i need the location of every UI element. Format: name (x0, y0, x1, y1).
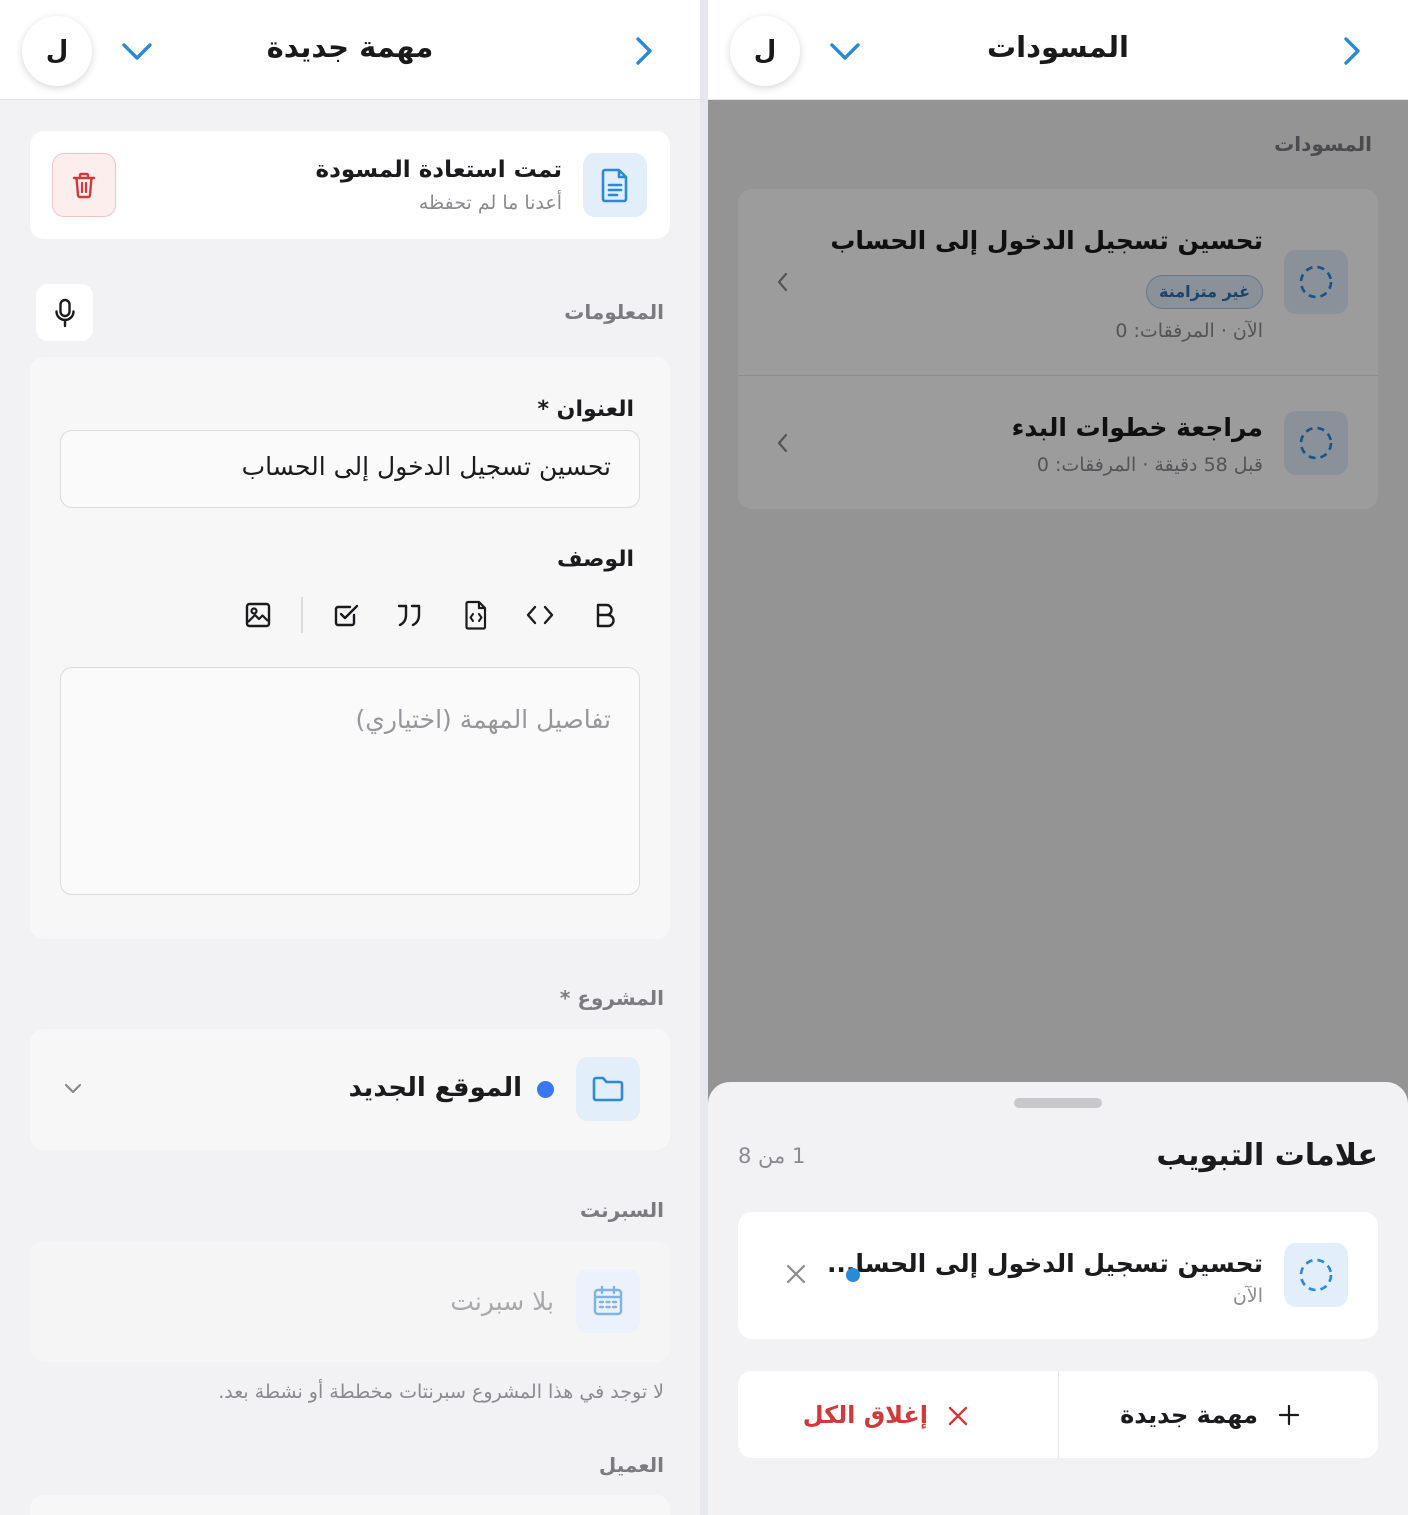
title-input[interactable]: تحسين تسجيل الدخول إلى الحساب (60, 430, 640, 508)
banner-title: تمت استعادة المسودة (315, 157, 562, 183)
quote-icon[interactable] (393, 598, 427, 632)
close-tab-icon[interactable] (784, 1262, 808, 1286)
draft-restored-banner: تمت استعادة المسودة أعدنا ما لم تحفظه (30, 131, 670, 239)
page-title: مهمة جديدة (266, 30, 434, 64)
trash-icon (71, 171, 97, 199)
sprint-note: لا توجد في هذا المشروع سبرنتات مخططة أو … (218, 1381, 664, 1403)
project-color-dot (537, 1081, 554, 1098)
code-file-icon[interactable] (459, 598, 493, 632)
tab-time: الآن (1232, 1285, 1263, 1307)
title-field-label: العنوان * (537, 397, 634, 422)
close-all-button[interactable]: إغلاق الكل (738, 1371, 1058, 1458)
plus-icon (1277, 1403, 1301, 1427)
tabs-bottom-sheet: علامات التبويب 1 من 8 تحسين تسجيل الدخول… (708, 1082, 1408, 1515)
tab-counter: 1 من 8 (738, 1144, 806, 1168)
project-select[interactable]: الموقع الجديد (30, 1029, 670, 1150)
sheet-title: علامات التبويب (1156, 1138, 1378, 1173)
chevron-down-icon[interactable] (112, 28, 162, 74)
banner-subtitle: أعدنا ما لم تحفظه (418, 192, 562, 214)
sheet-drag-handle[interactable] (1014, 1098, 1102, 1108)
description-placeholder: تفاصيل المهمة (اختياري) (355, 705, 611, 734)
open-tab-item[interactable]: تحسين تسجيل الدخول إلى الحسا... الآن (738, 1212, 1378, 1339)
folder-icon (576, 1057, 640, 1121)
avatar[interactable]: ل (730, 16, 800, 86)
chevron-down-icon[interactable] (820, 28, 870, 74)
tab-title: تحسين تسجيل الدخول إلى الحسا... (826, 1249, 1263, 1278)
project-name: الموقع الجديد (348, 1073, 522, 1103)
new-task-screen: مهمة جديدة ل تمت استعادة المسودة أعدنا م… (0, 0, 700, 1515)
drafts-screen: المسودات ل المسودات تحسين تسجيل الدخول إ… (708, 0, 1408, 1515)
client-label: العميل (598, 1453, 664, 1477)
sprint-value: بلا سبرنت (450, 1287, 554, 1316)
sheet-actions: مهمة جديدة إغلاق الكل (738, 1371, 1378, 1458)
sprint-label: السبرنت (579, 1198, 664, 1222)
description-textarea[interactable]: تفاصيل المهمة (اختياري) (60, 667, 640, 895)
chevron-down-icon (60, 1077, 86, 1101)
active-tab-dot (846, 1268, 860, 1282)
app-bar: مهمة جديدة ل (0, 0, 700, 100)
microphone-icon (54, 298, 76, 328)
dashed-circle-icon (1284, 1243, 1348, 1307)
close-all-label: إغلاق الكل (802, 1401, 928, 1429)
calendar-icon (576, 1269, 640, 1333)
new-task-label: مهمة جديدة (1120, 1401, 1258, 1429)
project-label: المشروع * (559, 986, 664, 1010)
close-icon (947, 1405, 969, 1427)
image-icon[interactable] (241, 598, 275, 632)
bold-icon[interactable] (588, 598, 622, 632)
delete-draft-button[interactable] (52, 153, 116, 217)
toolbar-divider (301, 597, 303, 633)
description-label: الوصف (556, 547, 634, 572)
info-section-label: المعلومات (564, 300, 664, 324)
checkbox-icon[interactable] (329, 598, 363, 632)
client-select[interactable] (30, 1495, 670, 1515)
back-chevron-icon[interactable] (1326, 28, 1376, 74)
title-input-value: تحسين تسجيل الدخول إلى الحساب (241, 452, 611, 481)
voice-input-button[interactable] (36, 284, 93, 341)
sprint-select[interactable]: بلا سبرنت (30, 1241, 670, 1362)
back-chevron-icon[interactable] (618, 28, 668, 74)
page-title: المسودات (987, 30, 1129, 64)
avatar[interactable]: ل (22, 16, 92, 86)
new-task-button[interactable]: مهمة جديدة (1058, 1371, 1378, 1458)
document-icon (583, 153, 647, 217)
app-bar: المسودات ل (708, 0, 1408, 100)
code-icon[interactable] (523, 598, 557, 632)
split-divider[interactable] (700, 0, 708, 1515)
